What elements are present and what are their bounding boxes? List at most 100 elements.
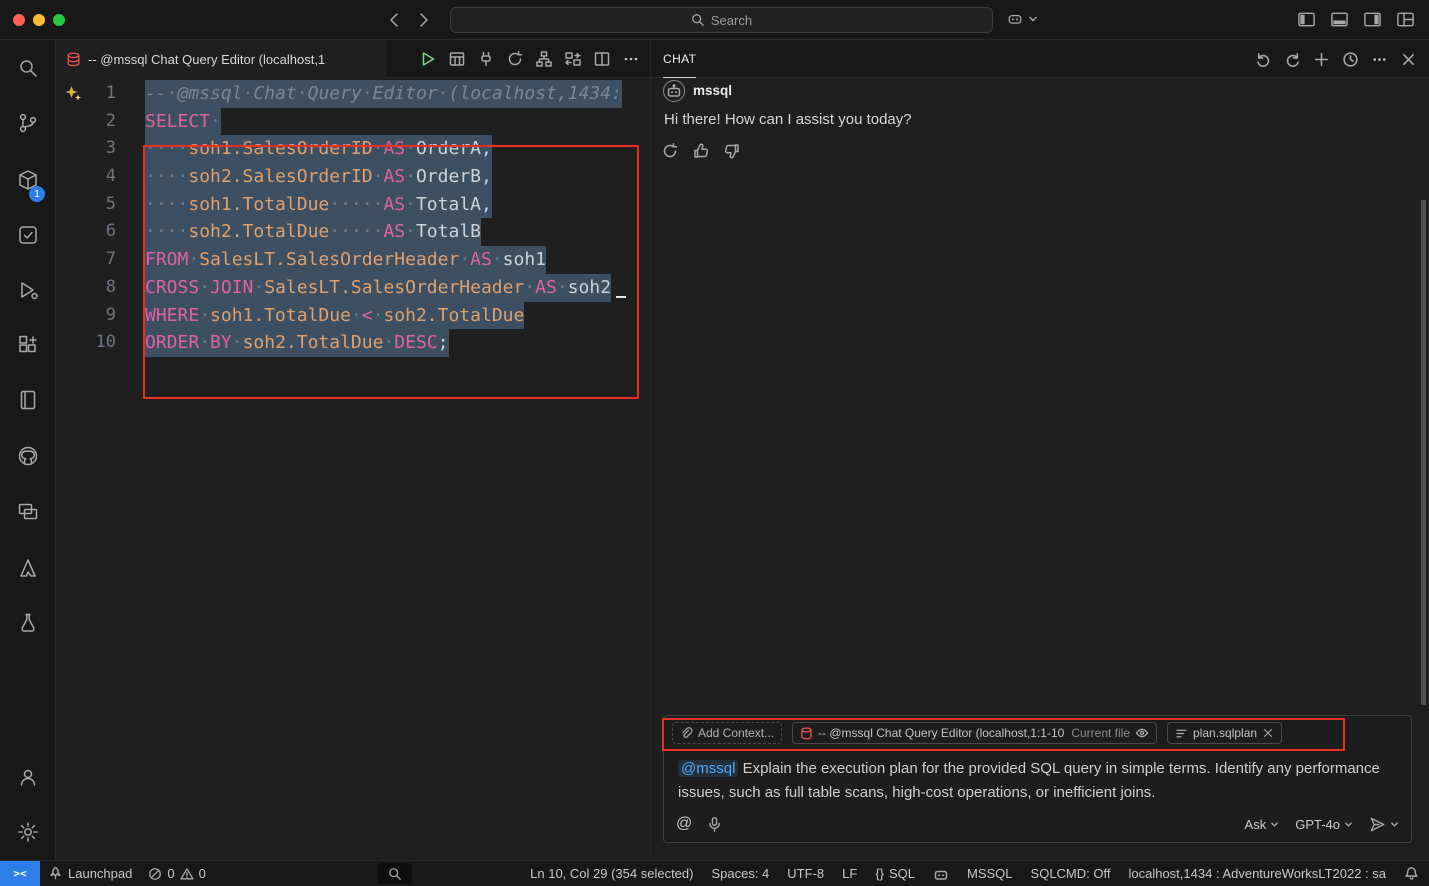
warnings-count: 0 xyxy=(199,866,206,881)
new-chat-icon[interactable] xyxy=(1313,51,1330,68)
indentation-item[interactable]: Spaces: 4 xyxy=(711,866,769,881)
window-minimize-button[interactable] xyxy=(33,14,45,26)
accounts-icon[interactable] xyxy=(16,765,40,789)
github-icon[interactable] xyxy=(16,444,40,468)
code-editor[interactable]: 1 --·@mssql·Chat·Query·Editor·(localhost,… xyxy=(56,79,650,860)
vscode-window: Search xyxy=(0,0,1429,886)
sqlcmd-status-item[interactable]: SQLCMD: Off xyxy=(1031,866,1111,881)
run-query-icon[interactable] xyxy=(419,50,437,68)
window-zoom-button[interactable] xyxy=(53,14,65,26)
copilot-menu-button[interactable] xyxy=(1005,9,1038,29)
code-line-2[interactable]: 2 SELECT· xyxy=(56,108,650,136)
line-number: 7 xyxy=(56,246,116,274)
chat-input-toolbar: @ Ask GPT-4o xyxy=(664,806,1411,842)
redo-icon[interactable] xyxy=(1284,51,1301,68)
code-line-1[interactable]: 1 --·@mssql·Chat·Query·Editor·(localhost,… xyxy=(56,80,650,108)
annotation-rectangle-chips xyxy=(662,718,1345,751)
search-icon xyxy=(691,13,705,27)
schema-icon[interactable] xyxy=(535,50,553,68)
window-close-button[interactable] xyxy=(13,14,25,26)
problems-status-item[interactable]: 0 0 xyxy=(148,866,205,881)
line-number: 10 xyxy=(56,329,116,357)
chat-header-actions xyxy=(1255,40,1417,78)
toggle-sidebar-icon[interactable] xyxy=(1297,10,1316,29)
line-number: 5 xyxy=(56,191,116,219)
status-bar: >< Launchpad 0 0 Ln xyxy=(0,860,1429,886)
more-actions-icon[interactable] xyxy=(1371,51,1388,68)
toggle-panel-icon[interactable] xyxy=(1330,10,1349,29)
notifications-bell-icon[interactable] xyxy=(1404,866,1419,881)
editor-tab[interactable]: -- @mssql Chat Query Editor (localhost,1 xyxy=(56,40,386,78)
cursor-position-item[interactable]: Ln 10, Col 29 (354 selected) xyxy=(530,866,693,881)
eol-item[interactable]: LF xyxy=(842,866,857,881)
sql-projects-flask-icon[interactable] xyxy=(16,611,40,635)
regenerate-icon[interactable] xyxy=(661,142,679,160)
line-number: 2 xyxy=(56,108,116,136)
status-bar-left: Launchpad 0 0 xyxy=(48,861,206,886)
chat-message-author: mssql xyxy=(693,83,732,98)
microphone-icon[interactable] xyxy=(706,816,723,833)
mention-button[interactable]: @ xyxy=(676,815,692,833)
copilot-status-icon[interactable] xyxy=(933,866,949,882)
close-icon[interactable] xyxy=(1400,51,1417,68)
settings-gear-icon[interactable] xyxy=(16,820,40,844)
language-item[interactable]: {} SQL xyxy=(875,866,915,881)
mention-chip[interactable]: @mssql xyxy=(678,760,738,777)
status-search-button[interactable] xyxy=(378,863,412,884)
editor-group: -- @mssql Chat Query Editor (localhost,1 xyxy=(56,40,650,860)
line-number: 6 xyxy=(56,218,116,246)
line-number: 1 xyxy=(56,80,116,108)
mssql-status-item[interactable]: MSSQL xyxy=(967,866,1013,881)
chat-message-text: Hi there! How can I assist you today? xyxy=(664,111,912,128)
annotation-rectangle-code xyxy=(143,145,639,399)
chat-tab-title[interactable]: CHAT xyxy=(663,40,696,78)
navigate-back-icon[interactable] xyxy=(385,10,405,30)
tasks-check-icon[interactable] xyxy=(16,223,40,247)
search-command-center[interactable]: Search xyxy=(450,7,993,33)
code-text: SELECT· xyxy=(145,108,221,136)
thumbs-up-icon[interactable] xyxy=(692,142,710,160)
schema-compare-icon[interactable] xyxy=(564,50,582,68)
azure-icon[interactable] xyxy=(16,556,40,580)
chat-message-actions xyxy=(661,142,741,160)
encoding-item[interactable]: UTF-8 xyxy=(787,866,824,881)
undo-icon[interactable] xyxy=(1255,51,1272,68)
errors-icon xyxy=(148,867,162,881)
chat-input-text[interactable]: @mssql Explain the execution plan for th… xyxy=(664,750,1411,805)
launchpad-status-item[interactable]: Launchpad xyxy=(48,866,132,881)
chat-scrollbar[interactable] xyxy=(1421,200,1426,705)
disconnect-plug-icon[interactable] xyxy=(477,50,495,68)
layout-controls xyxy=(1297,10,1415,29)
ask-mode-dropdown[interactable]: Ask xyxy=(1245,817,1280,832)
tab-title: -- @mssql Chat Query Editor (localhost,1 xyxy=(88,52,325,67)
launchpad-rocket-icon xyxy=(48,866,63,881)
chat-panel-header: CHAT xyxy=(651,40,1429,78)
split-editor-icon[interactable] xyxy=(593,50,611,68)
extensions-icon[interactable] xyxy=(16,333,40,357)
run-and-debug-icon[interactable] xyxy=(16,278,40,302)
launchpad-label: Launchpad xyxy=(68,866,132,881)
navigate-forward-icon[interactable] xyxy=(413,10,433,30)
send-button[interactable] xyxy=(1369,816,1399,833)
estimated-plan-icon[interactable] xyxy=(506,50,524,68)
toggle-secondary-sidebar-icon[interactable] xyxy=(1363,10,1382,29)
search-activity-icon[interactable] xyxy=(16,56,40,80)
customize-layout-icon[interactable] xyxy=(1396,10,1415,29)
remote-indicator[interactable]: >< xyxy=(0,861,40,886)
results-grid-icon[interactable] xyxy=(448,50,466,68)
line-number: 8 xyxy=(56,274,116,302)
model-dropdown[interactable]: GPT-4o xyxy=(1295,817,1353,832)
source-control-icon[interactable] xyxy=(16,111,40,135)
history-icon[interactable] xyxy=(1342,51,1359,68)
remote-explorer-icon[interactable] xyxy=(16,500,40,524)
notebook-icon[interactable] xyxy=(16,388,40,412)
code-text: --·@mssql·Chat·Query·Editor·(localhost,1… xyxy=(145,80,622,108)
activity-badge: 1 xyxy=(29,186,45,202)
title-bar: Search xyxy=(0,0,1429,40)
chevron-down-icon xyxy=(1028,14,1038,24)
thumbs-down-icon[interactable] xyxy=(723,142,741,160)
status-bar-right: Ln 10, Col 29 (354 selected) Spaces: 4 U… xyxy=(530,861,1419,886)
activity-bar: 1 xyxy=(0,40,56,860)
connection-status-item[interactable]: localhost,1434 : AdventureWorksLT2022 : … xyxy=(1128,866,1386,881)
more-actions-icon[interactable] xyxy=(622,50,640,68)
